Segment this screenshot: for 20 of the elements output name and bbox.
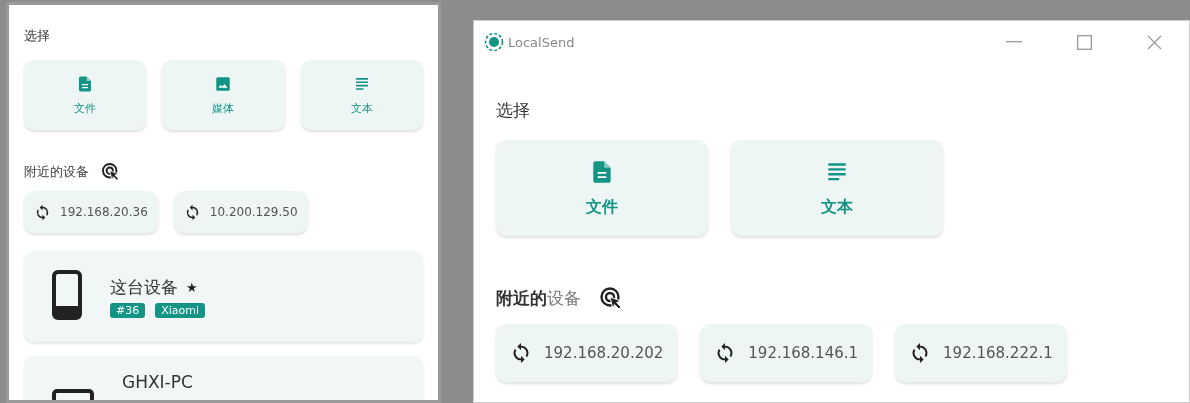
address-chip[interactable]: 10.200.129.50 xyxy=(173,191,308,233)
window-title: LocalSend xyxy=(508,34,576,50)
address-chip[interactable]: 192.168.20.36 xyxy=(24,191,158,233)
address-chip[interactable]: 192.168.146.1 xyxy=(700,324,873,382)
file-option-button[interactable]: 文件 xyxy=(24,60,147,130)
address-chip[interactable]: 192.168.20.202 xyxy=(496,324,678,382)
device-tag: #36 xyxy=(110,302,146,318)
media-option-button[interactable]: 媒体 xyxy=(162,60,285,130)
address-chip[interactable]: 192.168.222.1 xyxy=(895,324,1067,382)
device-card[interactable]: 这台设备 ★ #36 Xiaomi xyxy=(24,251,423,342)
nearby-devices-heading: 附近的设备 xyxy=(24,162,89,181)
device-name: GHXI-PC xyxy=(122,372,193,392)
device-tag: Xiaomi xyxy=(155,302,206,318)
section-title: 选择 xyxy=(24,27,51,45)
device-name: 这台设备 xyxy=(110,275,178,299)
device-card[interactable]: GHXI-PC xyxy=(24,356,423,400)
nearby-devices-heading: 附近的设备 xyxy=(496,286,581,310)
text-option-button[interactable]: 文本 xyxy=(300,60,423,130)
favorite-star-icon: ★ xyxy=(186,279,198,295)
section-title: 选择 xyxy=(496,99,531,122)
